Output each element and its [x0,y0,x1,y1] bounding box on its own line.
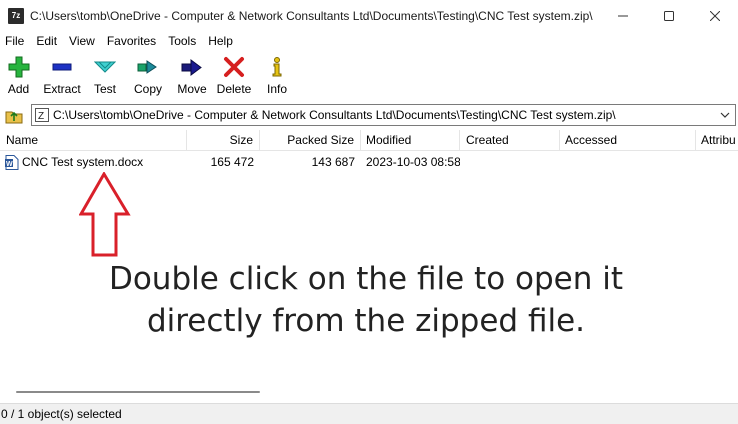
horizontal-scrollbar[interactable] [0,386,738,402]
test-button[interactable]: Test [87,53,123,99]
minimize-icon [618,15,628,17]
menu-file[interactable]: File [0,32,30,51]
delete-x-icon [222,55,246,79]
menu-help[interactable]: Help [202,32,239,51]
minimize-button[interactable] [600,0,646,32]
info-icon [265,55,289,79]
close-button[interactable] [692,0,738,32]
extract-button[interactable]: Extract [37,53,87,99]
address-bar[interactable]: Z C:\Users\tomb\OneDrive - Computer & Ne… [31,104,736,126]
info-label: Info [266,82,287,96]
minus-icon [50,55,74,79]
move-button[interactable]: Move [173,53,211,99]
column-header-size[interactable]: Size [187,130,260,151]
copy-button[interactable]: Copy [123,53,173,99]
column-header-packed-size[interactable]: Packed Size [260,130,361,151]
scrollbar-thumb[interactable] [16,391,260,393]
window-title: C:\Users\tomb\OneDrive - Computer & Netw… [30,9,593,23]
up-folder-button[interactable] [2,103,26,127]
close-icon [710,11,720,21]
svg-text:W: W [6,161,13,168]
annotation-arrow-icon [79,172,131,257]
menu-edit[interactable]: Edit [30,32,63,51]
toolbar: Add Extract Test Copy Move Delete Info [0,53,738,101]
maximize-button[interactable] [646,0,692,32]
delete-label: Delete [216,82,252,96]
address-path: C:\Users\tomb\OneDrive - Computer & Netw… [53,108,616,122]
plus-icon [7,55,31,79]
extract-label: Extract [43,82,81,96]
zip-file-icon: Z [35,108,49,122]
move-arrow-icon [180,55,204,79]
maximize-icon [664,11,674,21]
list-header: Name Size Packed Size Modified Created A… [0,130,738,151]
title-bar: 7z C:\Users\tomb\OneDrive - Computer & N… [0,0,738,32]
menu-view[interactable]: View [63,32,101,51]
column-header-name[interactable]: Name [0,130,187,151]
word-document-icon: W [5,154,19,170]
annotation-line-2: directly from the zipped file. [146,303,586,339]
file-size: 165 472 [210,155,254,169]
menu-favorites[interactable]: Favorites [101,32,162,51]
column-header-accessed[interactable]: Accessed [560,130,696,151]
add-label: Add [7,82,30,96]
file-row[interactable]: W CNC Test system.docx 165 472 143 687 2… [0,152,738,172]
file-name-cell: W CNC Test system.docx [0,154,187,170]
address-row: Z C:\Users\tomb\OneDrive - Computer & Ne… [0,102,738,128]
file-modified: 2023-10-03 08:58 [366,155,460,169]
info-button[interactable]: Info [257,53,297,99]
window-controls [600,0,738,32]
add-button[interactable]: Add [0,53,37,99]
test-label: Test [93,82,116,96]
chevron-down-icon[interactable] [719,109,731,121]
column-header-created[interactable]: Created [460,130,560,151]
copy-label: Copy [133,82,162,96]
annotation-line-1: Double click on the file to open it [108,261,624,297]
copy-arrow-icon [136,55,160,79]
file-name: CNC Test system.docx [22,155,144,169]
menu-bar: File Edit View Favorites Tools Help [0,32,738,51]
folder-up-icon [5,111,23,124]
status-bar: 0 / 1 object(s) selected [0,403,738,424]
column-header-modified[interactable]: Modified [361,130,460,151]
delete-button[interactable]: Delete [211,53,257,99]
menu-tools[interactable]: Tools [162,32,202,51]
selection-status: 0 / 1 object(s) selected [1,407,122,421]
column-header-attributes[interactable]: Attribu [696,130,738,151]
instruction-annotation: Double click on the file to open it dire… [40,258,692,342]
7zip-app-icon: 7z [8,8,24,24]
move-label: Move [177,82,207,96]
svg-text:Z: Z [38,111,44,121]
check-chevron-icon [93,55,117,79]
file-packed-size: 143 687 [311,155,355,169]
